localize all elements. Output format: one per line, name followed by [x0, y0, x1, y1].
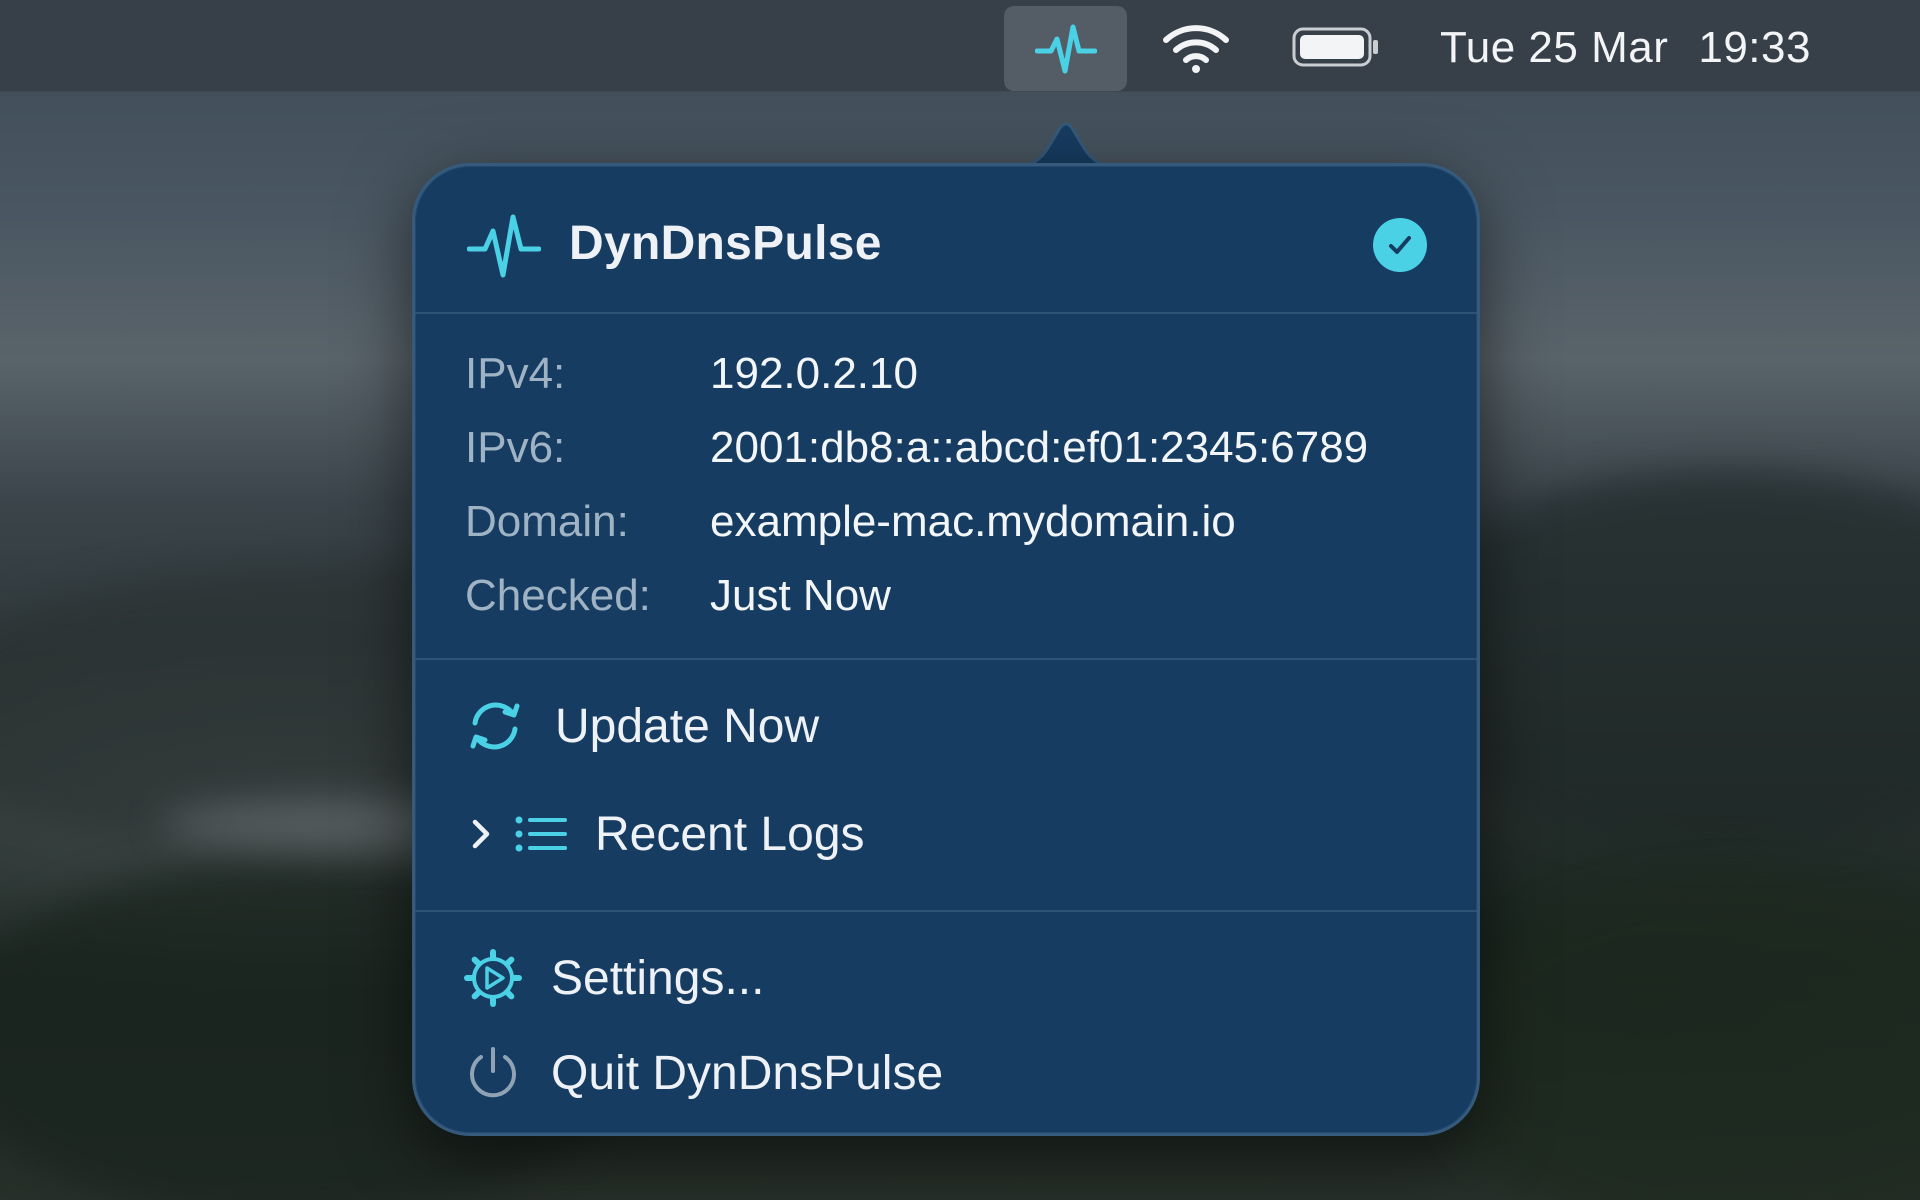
quit-label: Quit DynDnsPulse	[551, 1046, 944, 1100]
settings-button[interactable]: Settings...	[463, 943, 764, 1013]
recent-logs-label: Recent Logs	[595, 807, 865, 861]
gear-icon	[464, 949, 522, 1007]
update-now-label: Update Now	[555, 699, 820, 753]
checkmark-circle-icon	[1373, 218, 1427, 272]
desktop-background: Tue 25 Mar 19:33 DynDnsPulse IPv4: 192.0…	[0, 0, 1920, 1200]
pulse-icon	[1034, 24, 1097, 73]
clock-date: Tue 25 Mar	[1440, 23, 1669, 72]
recent-logs-button[interactable]: Recent Logs	[463, 799, 865, 869]
popover-header: DynDnsPulse	[415, 166, 1477, 314]
info-label: IPv4:	[465, 349, 566, 398]
dyndns-popover: DynDnsPulse IPv4: 192.0.2.10 IPv6: 2001:…	[412, 163, 1480, 1136]
quit-button[interactable]: Quit DynDnsPulse	[463, 1038, 943, 1108]
info-row-ipv6: IPv6: 2001:db8:a::abcd:ef01:2345:6789	[465, 418, 1368, 478]
app-title: DynDnsPulse	[569, 217, 882, 270]
divider	[415, 312, 1477, 314]
divider	[415, 658, 1477, 660]
info-value: example-mac.mydomain.io	[710, 497, 1236, 546]
info-row-ipv4: IPv4: 192.0.2.10	[465, 344, 918, 404]
update-now-button[interactable]: Update Now	[463, 691, 819, 761]
pulse-icon	[467, 214, 541, 278]
clock-time: 19:33	[1698, 23, 1811, 72]
info-value: 192.0.2.10	[710, 349, 918, 398]
info-label: Checked:	[465, 571, 651, 620]
menubar-clock[interactable]: Tue 25 Mar 19:33	[1440, 18, 1811, 78]
info-label: Domain:	[465, 497, 629, 546]
menubar-app-button[interactable]	[1004, 6, 1127, 91]
power-icon	[470, 1047, 516, 1098]
battery-icon[interactable]	[1292, 27, 1382, 67]
info-row-checked: Checked: Just Now	[465, 566, 891, 626]
divider	[415, 910, 1477, 912]
menu-bar: Tue 25 Mar 19:33	[0, 0, 1920, 92]
chevron-right-icon	[472, 819, 490, 849]
info-value: 2001:db8:a::abcd:ef01:2345:6789	[710, 423, 1369, 472]
list-icon	[515, 816, 567, 852]
settings-label: Settings...	[551, 951, 765, 1005]
info-row-domain: Domain: example-mac.mydomain.io	[465, 492, 1236, 552]
info-label: IPv6:	[465, 423, 566, 472]
info-value: Just Now	[710, 571, 891, 620]
wifi-icon[interactable]	[1160, 22, 1232, 74]
refresh-icon	[470, 702, 520, 750]
